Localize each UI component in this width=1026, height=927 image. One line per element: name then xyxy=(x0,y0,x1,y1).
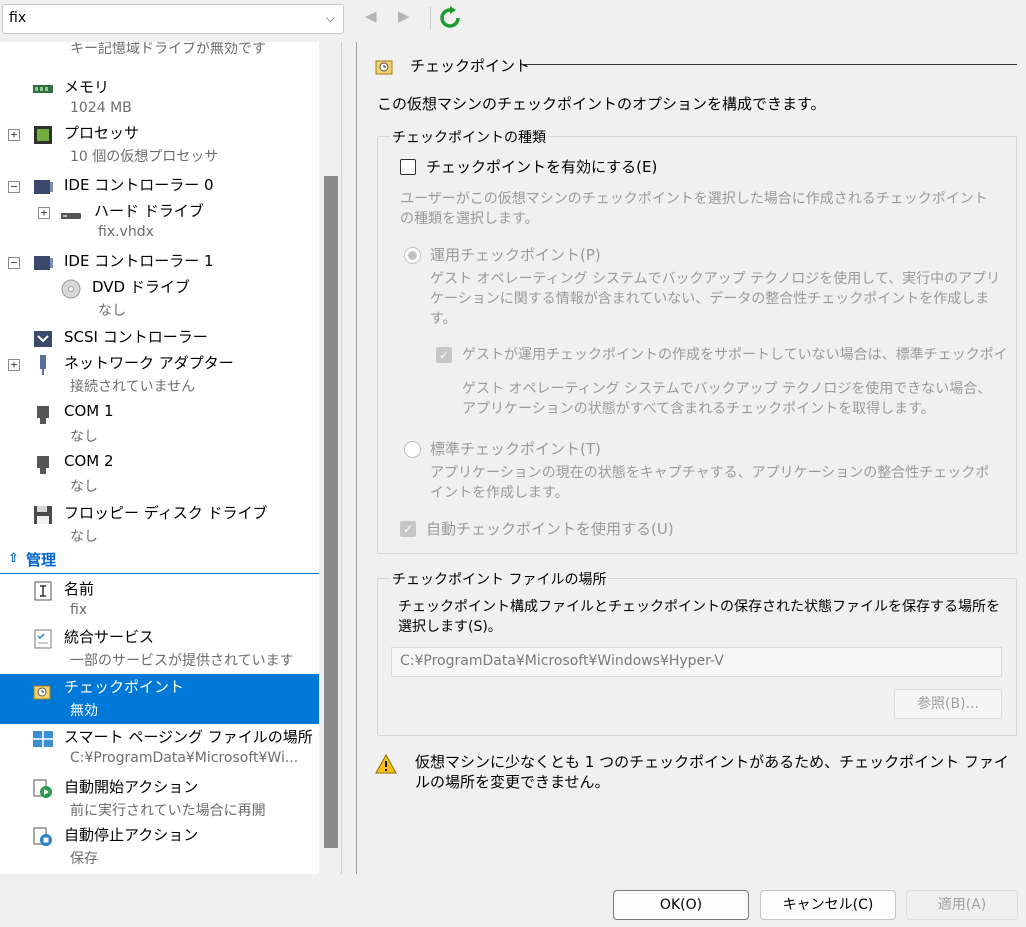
production-checkpoint-label: 運用チェックポイント(P) xyxy=(430,246,601,264)
com-port-icon xyxy=(37,406,49,424)
browse-button[interactable]: 参照(B)... xyxy=(894,689,1002,719)
expand-icon[interactable]: + xyxy=(8,129,20,141)
tree-item-network-adapter[interactable]: + ネットワーク アダプター 接続されていません xyxy=(0,352,319,402)
refresh-icon[interactable] xyxy=(438,6,462,30)
fallback-standard-desc: ゲスト オペレーティング システムでバックアップ テクノロジを使用できない場合、… xyxy=(462,381,992,417)
tree-item-memory[interactable]: メモリ 1024 MB xyxy=(0,76,319,126)
processor-icon xyxy=(34,126,52,144)
network-adapter-icon xyxy=(40,355,46,375)
standard-checkpoint-desc: アプリケーションの現在の状態をキャプチャする、アプリケーションの整合性チェックポ… xyxy=(430,465,990,501)
tree-item-name[interactable]: 名前 fix xyxy=(0,578,319,628)
collapse-icon[interactable]: − xyxy=(8,257,20,269)
forward-icon[interactable]: ▶ xyxy=(398,7,410,25)
floppy-icon xyxy=(34,506,52,524)
tree-item-auto-stop[interactable]: 自動停止アクション 保存 xyxy=(0,824,319,874)
controller-icon xyxy=(34,180,53,194)
smart-paging-icon xyxy=(33,731,53,747)
title-divider xyxy=(521,64,1017,65)
group-title: チェックポイントの種類 xyxy=(390,127,548,147)
chevron-down-icon: ⌵ xyxy=(325,11,335,25)
tree-item-floppy-drive[interactable]: フロッピー ディスク ドライブ なし xyxy=(0,502,319,552)
toolbar: fix ⌵ ◀ ▶ xyxy=(0,0,1026,38)
scsi-icon xyxy=(34,331,52,347)
automatic-checkpoints-checkbox[interactable]: ✓ xyxy=(400,521,416,537)
production-checkpoint-desc: ゲスト オペレーティング システムでバックアップ テクノロジを使用して、実行中の… xyxy=(430,271,1001,327)
checkpoint-path-input[interactable]: C:¥ProgramData¥Microsoft¥Windows¥Hyper-V xyxy=(391,647,1002,677)
checkpoint-type-group: チェックポイントの種類 チェックポイントを有効にする(E) ユーザーがこの仮想マ… xyxy=(377,127,1017,554)
collapse-icon[interactable]: − xyxy=(8,181,20,193)
toolbar-divider xyxy=(430,7,431,29)
tree-item-dvd-drive[interactable]: DVD ドライブ なし xyxy=(0,276,319,326)
back-icon[interactable]: ◀ xyxy=(365,7,377,25)
integration-services-icon xyxy=(34,629,52,649)
auto-start-icon xyxy=(33,779,52,798)
apply-button[interactable]: 適用(A) xyxy=(906,890,1018,920)
fallback-standard-checkbox[interactable]: ✓ xyxy=(436,347,452,363)
tree-item-scsi-controller[interactable]: SCSI コントローラー xyxy=(0,326,319,352)
checkpoint-type-intro: ユーザーがこの仮想マシンのチェックポイントを選択した場合に作成されるチェックポイ… xyxy=(400,191,988,227)
com-port-icon xyxy=(37,456,49,474)
tree-item-ide-controller-1[interactable]: − IDE コントローラー 1 xyxy=(0,250,319,276)
vm-select-value: fix xyxy=(9,10,27,26)
settings-tree: キー記憶域ドライブが無効です メモリ 1024 MB + プロセッサ 10 個の… xyxy=(0,42,342,874)
tree-scrollbar-thumb[interactable] xyxy=(324,176,338,848)
location-description: チェックポイント構成ファイルとチェックポイントの保存された状態ファイルを保存する… xyxy=(398,599,1000,635)
fallback-standard-label: ゲストが運用チェックポイントの作成をサポートしていない場合は、標準チェックポイ xyxy=(462,347,1008,363)
warning-message: 仮想マシンに少なくとも 1 つのチェックポイントがあるため、チェックポイント フ… xyxy=(415,753,1009,791)
tree-item-integration-services[interactable]: 統合サービス 一部のサービスが提供されています xyxy=(0,626,319,676)
dvd-icon xyxy=(61,279,81,299)
hard-drive-icon xyxy=(61,213,81,219)
tree-item-smart-paging[interactable]: スマート ページング ファイルの場所 C:¥ProgramData¥Micros… xyxy=(0,726,319,776)
ok-button[interactable]: OK(O) xyxy=(613,890,749,920)
section-header-management[interactable]: ⇧ 管理 xyxy=(0,550,319,574)
collapse-section-icon[interactable]: ⇧ xyxy=(8,551,19,566)
settings-panel: チェックポイント この仮想マシンのチェックポイントのオプションを構成できます。 … xyxy=(356,42,1026,874)
production-checkpoint-radio[interactable] xyxy=(404,247,421,264)
cancel-button[interactable]: キャンセル(C) xyxy=(760,890,896,920)
tree-item-auto-start[interactable]: 自動開始アクション 前に実行されていた場合に再開 xyxy=(0,776,319,826)
warning-icon xyxy=(375,754,397,774)
panel-description: この仮想マシンのチェックポイントのオプションを構成できます。 xyxy=(377,95,826,113)
tree-item-com1[interactable]: COM 1 なし xyxy=(0,402,319,452)
panel-title: チェックポイント xyxy=(410,57,531,75)
name-icon xyxy=(34,581,52,601)
standard-checkpoint-radio[interactable] xyxy=(404,441,421,458)
checkpoint-icon xyxy=(33,685,51,700)
tree-item-ide-controller-0[interactable]: − IDE コントローラー 0 xyxy=(0,174,319,200)
automatic-checkpoints-label: 自動チェックポイントを使用する(U) xyxy=(426,520,674,538)
standard-checkpoint-label: 標準チェックポイント(T) xyxy=(430,440,601,458)
vm-select[interactable]: fix ⌵ xyxy=(2,4,344,34)
checkpoint-icon xyxy=(375,60,393,75)
tree-item-com2[interactable]: COM 2 なし xyxy=(0,452,319,502)
memory-icon xyxy=(33,85,53,93)
tree-item-processor[interactable]: + プロセッサ 10 個の仮想プロセッサ xyxy=(0,122,319,172)
group-title: チェックポイント ファイルの場所 xyxy=(390,569,609,589)
enable-checkpoints-label: チェックポイントを有効にする(E) xyxy=(426,158,658,176)
expand-icon[interactable]: + xyxy=(38,207,50,219)
auto-stop-icon xyxy=(33,827,52,846)
tree-item-partial[interactable]: キー記憶域ドライブが無効です xyxy=(0,42,319,64)
tree-item-hard-drive[interactable]: + ハード ドライブ fix.vhdx xyxy=(0,200,319,250)
tree-item-checkpoint[interactable]: チェックポイント 無効 xyxy=(0,674,319,724)
controller-icon xyxy=(34,256,53,270)
enable-checkpoints-checkbox[interactable] xyxy=(400,159,416,175)
expand-icon[interactable]: + xyxy=(8,359,20,371)
